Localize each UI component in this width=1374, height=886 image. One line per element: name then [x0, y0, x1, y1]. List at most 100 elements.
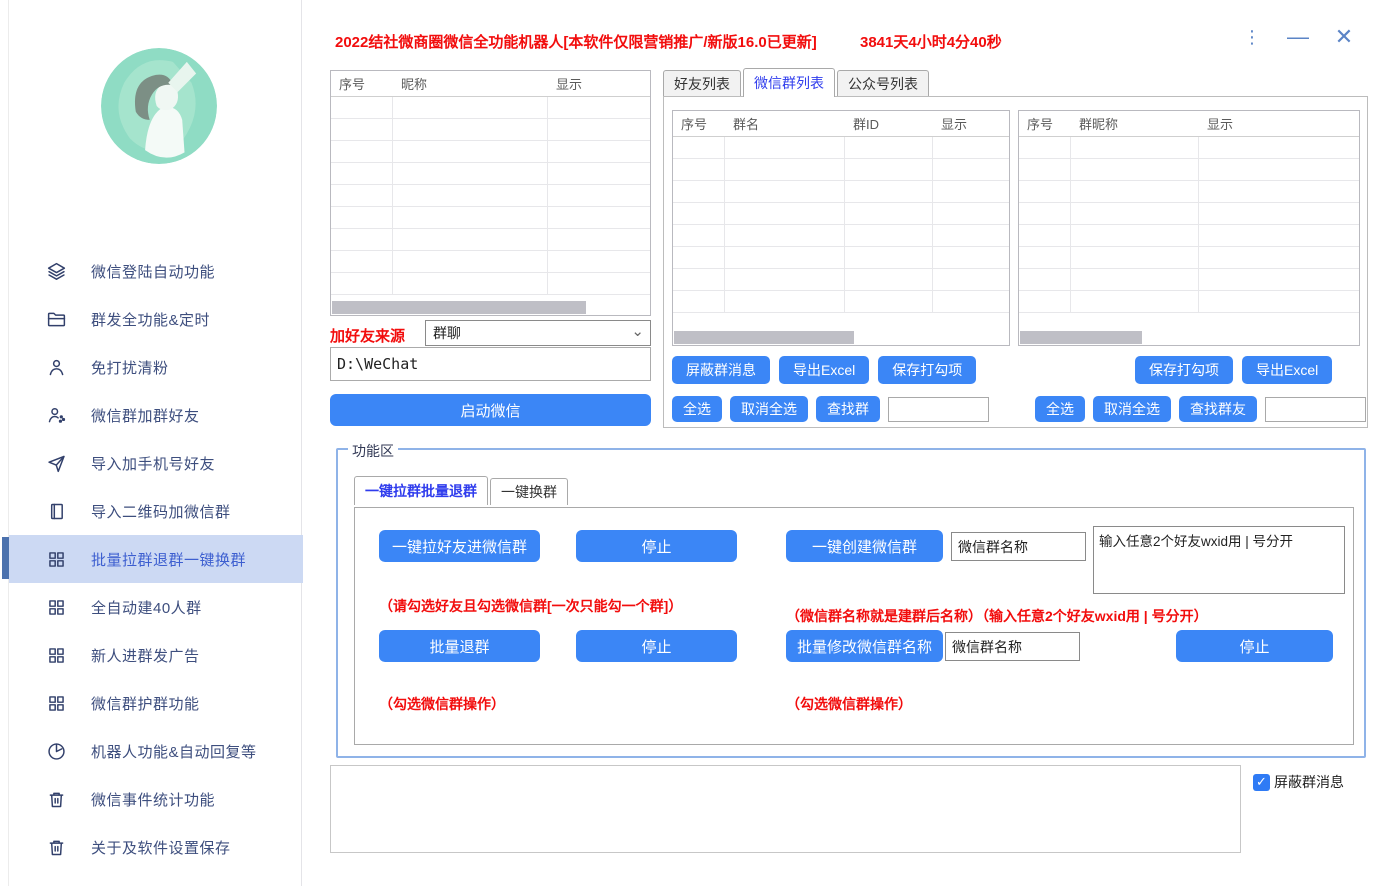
- table-row[interactable]: [1019, 137, 1359, 159]
- sidebar-item-9[interactable]: 新人进群发广告: [9, 631, 303, 679]
- stop-pull-button[interactable]: 停止: [576, 530, 737, 562]
- table-row[interactable]: [1019, 291, 1359, 313]
- export-excel-member-button[interactable]: 导出Excel: [1242, 356, 1332, 384]
- table-row[interactable]: [1019, 225, 1359, 247]
- column-header: 序号: [673, 114, 725, 133]
- stop-quit-button[interactable]: 停止: [576, 630, 737, 662]
- source-select[interactable]: 群聊 ⌄: [425, 320, 651, 346]
- column-header: 显示: [1199, 114, 1359, 133]
- table-row[interactable]: [1019, 181, 1359, 203]
- table-row[interactable]: [673, 203, 1009, 225]
- note-pull-requirements: （请勾选好友且勾选微信群[一次只能勾一个群]）: [379, 596, 682, 616]
- sidebar-item-label: 新人进群发广告: [91, 645, 200, 666]
- sidebar-item-1[interactable]: 微信登陆自动功能: [9, 247, 303, 295]
- table-row[interactable]: [673, 247, 1009, 269]
- function-tab-1[interactable]: 一键拉群批量退群: [354, 476, 488, 505]
- sidebar-item-label: 全自动建40人群: [91, 597, 202, 618]
- deselect-all-members-button[interactable]: 取消全选: [1093, 396, 1171, 422]
- table-row[interactable]: [331, 185, 650, 207]
- member-actions-row1: 保存打勾项导出Excel: [1135, 356, 1332, 384]
- table-row[interactable]: [673, 225, 1009, 247]
- group-table[interactable]: 序号群名群ID显示: [672, 110, 1010, 346]
- table-row[interactable]: [331, 119, 650, 141]
- sidebar-item-label: 微信登陆自动功能: [91, 261, 215, 282]
- table-row[interactable]: [673, 291, 1009, 313]
- function-tab-2[interactable]: 一键换群: [490, 478, 568, 505]
- list-tab-1[interactable]: 好友列表: [663, 70, 741, 97]
- export-excel-group-button[interactable]: 导出Excel: [779, 356, 869, 384]
- column-header: 序号: [1019, 114, 1071, 133]
- app-window: 微信登陆自动功能群发全功能&定时免打扰清粉微信群加群好友导入加手机号好友导入二维…: [0, 0, 1374, 886]
- minimize-icon[interactable]: —: [1281, 22, 1315, 52]
- column-header: 群ID: [845, 114, 933, 133]
- sidebar-item-13[interactable]: 关于及软件设置保存: [9, 823, 303, 871]
- sidebar-item-12[interactable]: 微信事件统计功能: [9, 775, 303, 823]
- horizontal-scrollbar[interactable]: [674, 331, 1008, 344]
- table-row[interactable]: [331, 97, 650, 119]
- rename-group-name-input[interactable]: [945, 632, 1080, 661]
- note-create-group: （微信群名称就是建群后名称）（输入任意2个好友wxid用 | 号分开）: [786, 606, 1208, 626]
- horizontal-scrollbar[interactable]: [332, 301, 649, 314]
- sidebar-item-3[interactable]: 免打扰清粉: [9, 343, 303, 391]
- sidebar: 微信登陆自动功能群发全功能&定时免打扰清粉微信群加群好友导入加手机号好友导入二维…: [8, 0, 302, 886]
- sidebar-item-11[interactable]: 机器人功能&自动回复等: [9, 727, 303, 775]
- table-row[interactable]: [1019, 247, 1359, 269]
- new-group-name-input[interactable]: [951, 532, 1086, 561]
- table-row[interactable]: [331, 163, 650, 185]
- table-row[interactable]: [1019, 159, 1359, 181]
- list-tab-2[interactable]: 微信群列表: [743, 68, 835, 97]
- pull-friends-into-group-button[interactable]: 一键拉好友进微信群: [379, 530, 540, 562]
- table-row[interactable]: [673, 181, 1009, 203]
- wxid-list-textarea[interactable]: [1093, 526, 1345, 594]
- send-icon: [45, 452, 67, 474]
- block-group-message-checkbox[interactable]: ✓ 屏蔽群消息: [1253, 772, 1344, 792]
- table-row[interactable]: [331, 229, 650, 251]
- find-member-button[interactable]: 查找群友: [1179, 396, 1257, 422]
- column-header: 群名: [725, 114, 845, 133]
- save-checked-member-button[interactable]: 保存打勾项: [1135, 356, 1233, 384]
- stop-rename-button[interactable]: 停止: [1176, 630, 1333, 662]
- grid-icon: [45, 596, 67, 618]
- table-row[interactable]: [1019, 269, 1359, 291]
- select-all-groups-button[interactable]: 全选: [672, 396, 722, 422]
- sidebar-item-2[interactable]: 群发全功能&定时: [9, 295, 303, 343]
- find-group-input[interactable]: [888, 397, 989, 422]
- find-member-input[interactable]: [1265, 397, 1366, 422]
- friend-table[interactable]: 序号昵称显示: [330, 70, 651, 316]
- table-row[interactable]: [673, 137, 1009, 159]
- sidebar-item-4[interactable]: 微信群加群好友: [9, 391, 303, 439]
- sidebar-item-7[interactable]: 批量拉群退群一键换群: [9, 535, 303, 583]
- batch-quit-group-button[interactable]: 批量退群: [379, 630, 540, 662]
- wechat-path-input[interactable]: [330, 347, 651, 381]
- column-header: 昵称: [393, 74, 548, 93]
- table-row[interactable]: [331, 251, 650, 273]
- table-row[interactable]: [331, 141, 650, 163]
- save-checked-group-button[interactable]: 保存打勾项: [878, 356, 976, 384]
- select-all-members-button[interactable]: 全选: [1035, 396, 1085, 422]
- create-group-button[interactable]: 一键创建微信群: [786, 530, 943, 562]
- find-group-button[interactable]: 查找群: [816, 396, 880, 422]
- sidebar-item-6[interactable]: 导入二维码加微信群: [9, 487, 303, 535]
- sidebar-item-8[interactable]: 全自动建40人群: [9, 583, 303, 631]
- log-output-box[interactable]: [330, 765, 1241, 853]
- table-row[interactable]: [673, 159, 1009, 181]
- runtime-timer: 3841天4小时4分40秒: [860, 31, 1002, 52]
- deselect-all-groups-button[interactable]: 取消全选: [730, 396, 808, 422]
- block-group-messages-button[interactable]: 屏蔽群消息: [672, 356, 770, 384]
- table-row[interactable]: [331, 207, 650, 229]
- menu-icon[interactable]: ⋮: [1235, 22, 1269, 52]
- sidebar-item-10[interactable]: 微信群护群功能: [9, 679, 303, 727]
- person-icon: [45, 356, 67, 378]
- close-icon[interactable]: ✕: [1327, 22, 1361, 52]
- table-row[interactable]: [331, 273, 650, 295]
- function-area-groupbox: 功能区 一键拉群批量退群一键换群 一键拉好友进微信群 停止 一键创建微信群 （请…: [336, 448, 1366, 758]
- table-row[interactable]: [1019, 203, 1359, 225]
- list-tab-3[interactable]: 公众号列表: [837, 70, 929, 97]
- table-row[interactable]: [673, 269, 1009, 291]
- horizontal-scrollbar[interactable]: [1020, 331, 1358, 344]
- start-wechat-button[interactable]: 启动微信: [330, 394, 651, 426]
- group-member-table[interactable]: 序号群昵称显示: [1018, 110, 1360, 346]
- sidebar-item-5[interactable]: 导入加手机号好友: [9, 439, 303, 487]
- batch-rename-group-button[interactable]: 批量修改微信群名称: [786, 630, 943, 662]
- selected-item-accent: [2, 537, 9, 579]
